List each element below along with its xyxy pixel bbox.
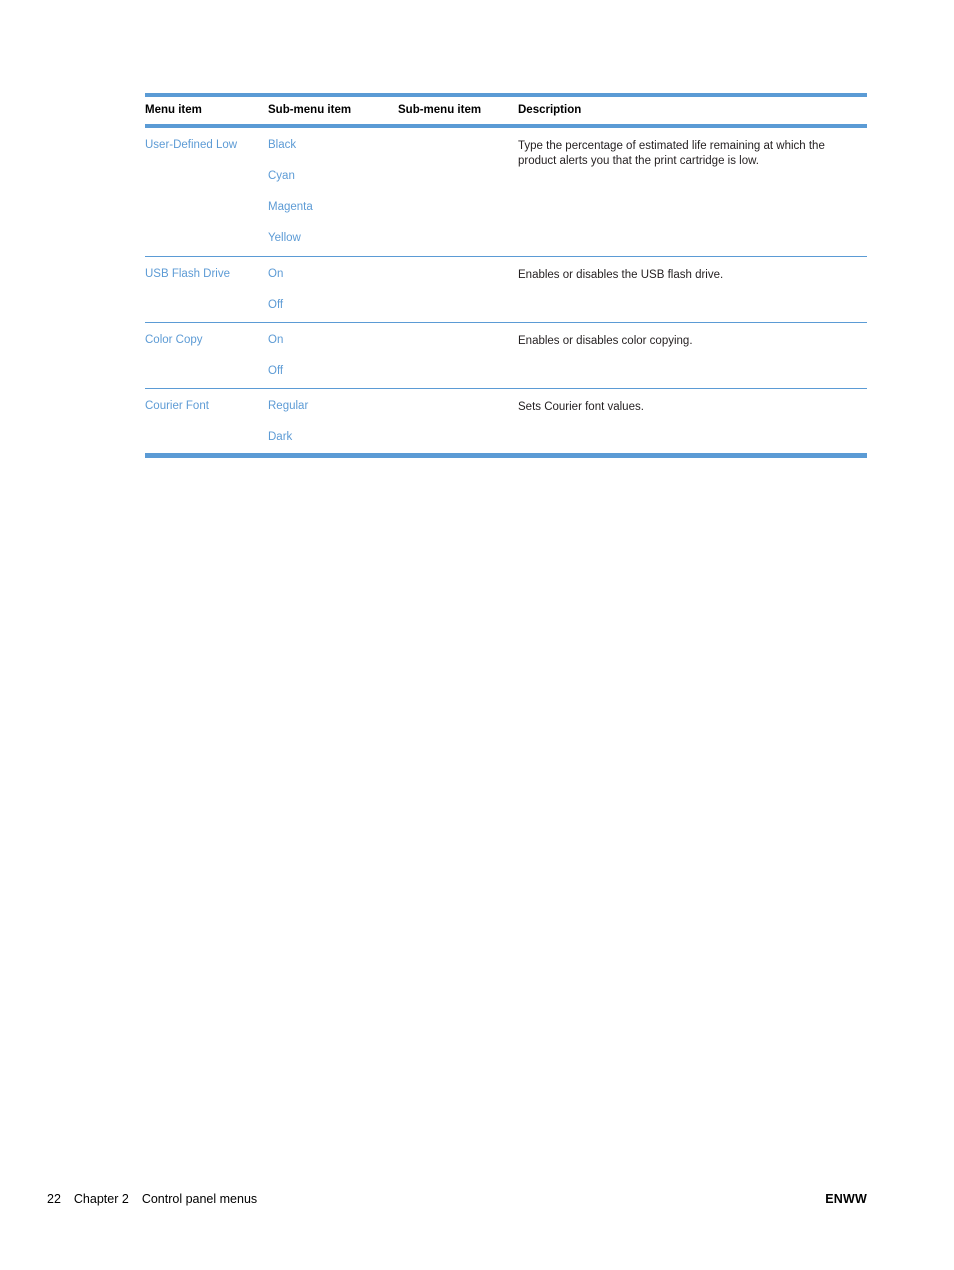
- description-text: Type the percentage of estimated life re…: [518, 140, 825, 168]
- cell-description: Type the percentage of estimated life re…: [518, 128, 867, 257]
- table-row: Courier Font Regular Dark Sets Courier f…: [145, 387, 867, 454]
- sub-menu-item-list: Black Cyan Magenta Yellow: [268, 139, 398, 245]
- table-bottom-rule: [145, 453, 867, 459]
- column-header-description: Description: [518, 104, 582, 116]
- page-footer: 22 Chapter 2 Control panel menus ENWW: [47, 1192, 867, 1212]
- table-header-row: Menu item Sub-menu item Sub-menu item De…: [145, 97, 867, 124]
- table-row: User-Defined Low Black Cyan Magenta Yell…: [145, 128, 867, 257]
- column-header-sub-menu-item-1: Sub-menu item: [268, 104, 352, 116]
- menu-item-label: User-Defined Low: [145, 139, 238, 151]
- table-header: Menu item Sub-menu item Sub-menu item De…: [145, 97, 867, 124]
- cell-sub-menu-items: On Off: [268, 321, 398, 389]
- sub-menu-item-list: On Off: [268, 268, 398, 312]
- description-text: Enables or disables color copying.: [518, 334, 693, 347]
- cell-menu-item: USB Flash Drive: [145, 256, 268, 323]
- sub-menu-item: Cyan: [268, 170, 295, 183]
- column-header-menu-item: Menu item: [145, 104, 202, 116]
- cell-menu-item: Courier Font: [145, 387, 268, 454]
- sub-menu-item-list: On Off: [268, 334, 398, 378]
- cell-description: Enables or disables the USB flash drive.: [518, 256, 867, 323]
- sub-menu-item: Off: [268, 364, 284, 377]
- cell-description: Enables or disables color copying.: [518, 321, 867, 389]
- column-header-sub-menu-item-2: Sub-menu item: [398, 104, 482, 116]
- sub-menu-item-list: Regular Dark: [268, 400, 398, 444]
- menu-item-label: Color Copy: [145, 333, 203, 346]
- sub-menu-item: Regular: [268, 399, 309, 412]
- sub-menu-item: Black: [268, 139, 297, 151]
- cell-sub-menu-items: Regular Dark: [268, 387, 398, 454]
- cell-sub-menu-items-2: [398, 387, 518, 454]
- sub-menu-item: Yellow: [268, 232, 301, 245]
- cell-menu-item: Color Copy: [145, 321, 268, 389]
- cell-sub-menu-items-2: [398, 321, 518, 389]
- cell-description: Sets Courier font values.: [518, 387, 867, 454]
- table-row: USB Flash Drive On Off Enables or disabl…: [145, 256, 867, 323]
- cell-sub-menu-items: Black Cyan Magenta Yellow: [268, 128, 398, 257]
- table-row: Color Copy On Off Enables or disables co…: [145, 321, 867, 389]
- cell-sub-menu-items-2: [398, 128, 518, 257]
- footer-locale-label: ENWW: [825, 1192, 867, 1206]
- sub-menu-item: On: [268, 268, 284, 281]
- menu-reference-table: Menu item Sub-menu item Sub-menu item De…: [145, 93, 867, 459]
- footer-chapter-title: Control panel menus: [141, 1192, 258, 1206]
- menu-item-label: Courier Font: [145, 399, 209, 412]
- cell-sub-menu-items-2: [398, 256, 518, 323]
- cell-menu-item: User-Defined Low: [145, 128, 268, 257]
- sub-menu-item: Magenta: [268, 201, 313, 214]
- footer-chapter-number: Chapter 2: [73, 1192, 129, 1206]
- menu-table-body: User-Defined Low Black Cyan Magenta Yell…: [145, 128, 867, 454]
- footer-left-group: 22 Chapter 2 Control panel menus: [47, 1192, 257, 1206]
- sub-menu-item: On: [268, 333, 284, 346]
- footer-page-number: 22: [47, 1192, 61, 1206]
- sub-menu-item: Dark: [268, 430, 293, 443]
- menu-item-label: USB Flash Drive: [145, 268, 230, 281]
- sub-menu-item: Off: [268, 299, 284, 312]
- cell-sub-menu-items: On Off: [268, 256, 398, 323]
- menu-table: Menu item Sub-menu item Sub-menu item De…: [145, 97, 867, 124]
- description-text: Sets Courier font values.: [518, 400, 644, 413]
- document-page: Menu item Sub-menu item Sub-menu item De…: [0, 0, 954, 1270]
- description-text: Enables or disables the USB flash drive.: [518, 269, 724, 282]
